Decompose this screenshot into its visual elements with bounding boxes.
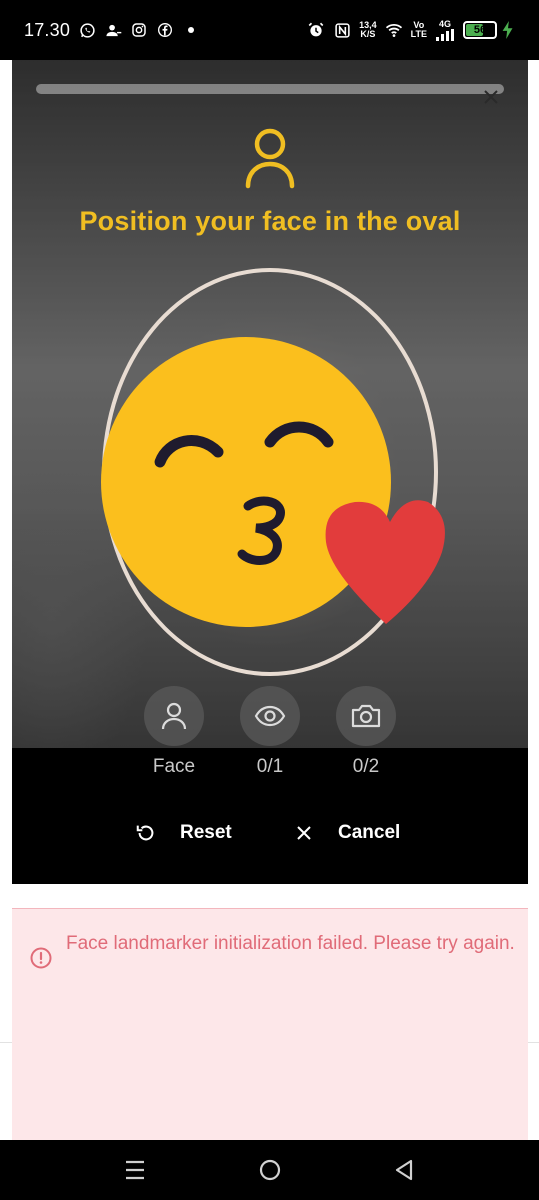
reset-icon (134, 821, 158, 845)
charging-icon (499, 21, 517, 39)
cancel-button[interactable]: Cancel (292, 818, 400, 848)
network-type: 4G (438, 18, 451, 29)
battery-indicator: 56 (463, 21, 497, 39)
instagram-icon (130, 21, 148, 39)
status-bar-left: 17.30 (24, 19, 195, 41)
face-instruction: Position your face in the oval (79, 206, 461, 236)
eye-icon (240, 686, 300, 746)
back-icon[interactable] (390, 1156, 418, 1184)
battery-level: 56 (473, 24, 487, 36)
whatsapp-icon (78, 21, 96, 39)
signal-icon (436, 28, 454, 41)
network-speed: 13,4 K/S (359, 21, 377, 39)
notification-dot (188, 27, 195, 33)
divider (0, 1042, 12, 1043)
person-icon (244, 126, 296, 190)
error-icon (30, 947, 52, 969)
close-icon (292, 821, 316, 845)
close-icon[interactable] (480, 86, 502, 108)
home-icon[interactable] (256, 1156, 284, 1184)
reset-button[interactable]: Reset (134, 818, 232, 848)
status-bar: 17.30 13,4 K/S Vo LTE 4G 56 (0, 0, 539, 60)
step-blink-label: 0/1 (256, 756, 284, 777)
status-bar-right: 13,4 K/S Vo LTE 4G 56 (307, 18, 517, 41)
camera-icon (336, 686, 396, 746)
step-face-label: Face (152, 756, 196, 777)
clock-time: 17.30 (24, 19, 71, 40)
face-capture-card: Position your face in the oval Face 0/1 … (12, 60, 528, 884)
facebook-icon (156, 21, 174, 39)
divider (528, 1042, 539, 1043)
recent-apps-icon[interactable] (121, 1156, 149, 1184)
capture-progress-bar (36, 84, 504, 94)
error-alert: Face landmarker initialization failed. P… (12, 908, 528, 1140)
signal-group: 4G (435, 18, 455, 41)
contacts-icon (104, 21, 122, 39)
kissing-face-emoji (100, 332, 448, 632)
cancel-label: Cancel (338, 822, 401, 843)
network-speed-unit: K/S (360, 29, 376, 39)
step-photo-label: 0/2 (352, 756, 380, 777)
error-message: Face landmarker initialization failed. P… (66, 933, 515, 954)
navigation-bar (0, 1140, 539, 1200)
step-face-icon (144, 686, 204, 746)
reset-label: Reset (180, 822, 232, 843)
volte-bottom: LTE (410, 29, 427, 39)
alarm-icon (307, 21, 325, 39)
wifi-icon (385, 21, 403, 39)
volte-indicator: Vo LTE (411, 21, 427, 39)
nfc-icon (333, 21, 351, 39)
